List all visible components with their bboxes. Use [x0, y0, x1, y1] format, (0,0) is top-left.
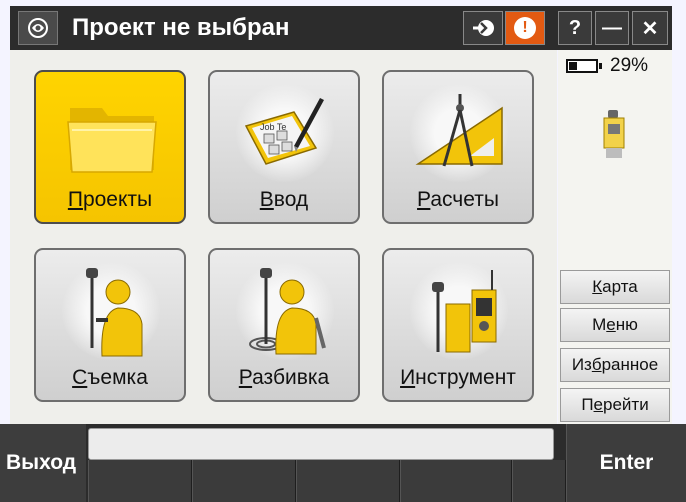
status-panel: 29% Карта Ме ню Из б ранное Пе рейти: [558, 50, 672, 424]
tile-stakeout[interactable]: Разбивка: [208, 248, 360, 402]
battery-icon: [566, 59, 602, 73]
stakeout-icon: [249, 268, 326, 355]
softkey-2[interactable]: [192, 460, 296, 502]
exit-button[interactable]: Выход: [0, 424, 86, 502]
command-input[interactable]: [88, 428, 554, 460]
tile-survey[interactable]: Съемка: [34, 248, 186, 402]
tile-projects[interactable]: Проекты: [34, 70, 186, 224]
surveyor-icon: [86, 268, 143, 357]
tile-label: Разбивка: [238, 366, 330, 389]
tile-input[interactable]: Job Te Ввод: [208, 70, 360, 224]
help-button[interactable]: ?: [558, 11, 592, 45]
warning-icon: !: [514, 17, 536, 39]
window-title: Проект не выбран: [72, 14, 290, 41]
keyboard-pen-icon: Job Te: [244, 98, 324, 165]
menu-button[interactable]: Ме ню: [560, 308, 670, 342]
tile-instrument[interactable]: Инструмент: [382, 248, 534, 402]
softkey-5[interactable]: [512, 460, 566, 502]
title-bar: Проект не выбран ! ? — ✕: [10, 6, 672, 50]
battery-level-fill: [569, 62, 577, 70]
goto-button[interactable]: Пе рейти: [560, 388, 670, 422]
login-button[interactable]: [463, 11, 503, 45]
softkey-1[interactable]: [88, 460, 192, 502]
instrument-icon: [432, 270, 497, 353]
tile-label: Съемка: [72, 366, 148, 389]
app-logo-icon[interactable]: [18, 11, 58, 45]
warning-button[interactable]: !: [505, 11, 545, 45]
arrow-into-icon: [473, 20, 494, 36]
controller-screen: Проект не выбран ! ? — ✕ Проекты Job Te …: [0, 0, 686, 502]
instrument-status-icon[interactable]: [602, 108, 626, 160]
main-menu-grid: Проекты Job Te Ввод Расчеты Съемка Разби…: [10, 50, 557, 424]
map-button[interactable]: Карта: [560, 270, 670, 304]
tile-calculations[interactable]: Расчеты: [382, 70, 534, 224]
softkey-bar: Выход Enter: [0, 424, 686, 502]
svg-text:Job Te: Job Te: [260, 122, 286, 132]
battery-percent: 29%: [610, 55, 649, 76]
favorites-button[interactable]: Из б ранное: [560, 348, 670, 382]
tile-label: Расчеты: [417, 188, 499, 211]
close-button[interactable]: ✕: [632, 11, 668, 45]
tile-label: Инструмент: [400, 366, 516, 389]
folder-icon: [67, 108, 157, 173]
compass-ruler-icon: [415, 94, 503, 167]
tile-label: Проекты: [67, 188, 153, 211]
softkey-3[interactable]: [296, 460, 400, 502]
enter-button[interactable]: Enter: [566, 424, 686, 502]
softkey-4[interactable]: [400, 460, 512, 502]
tile-label: Ввод: [259, 188, 309, 211]
minimize-button[interactable]: —: [595, 11, 629, 45]
